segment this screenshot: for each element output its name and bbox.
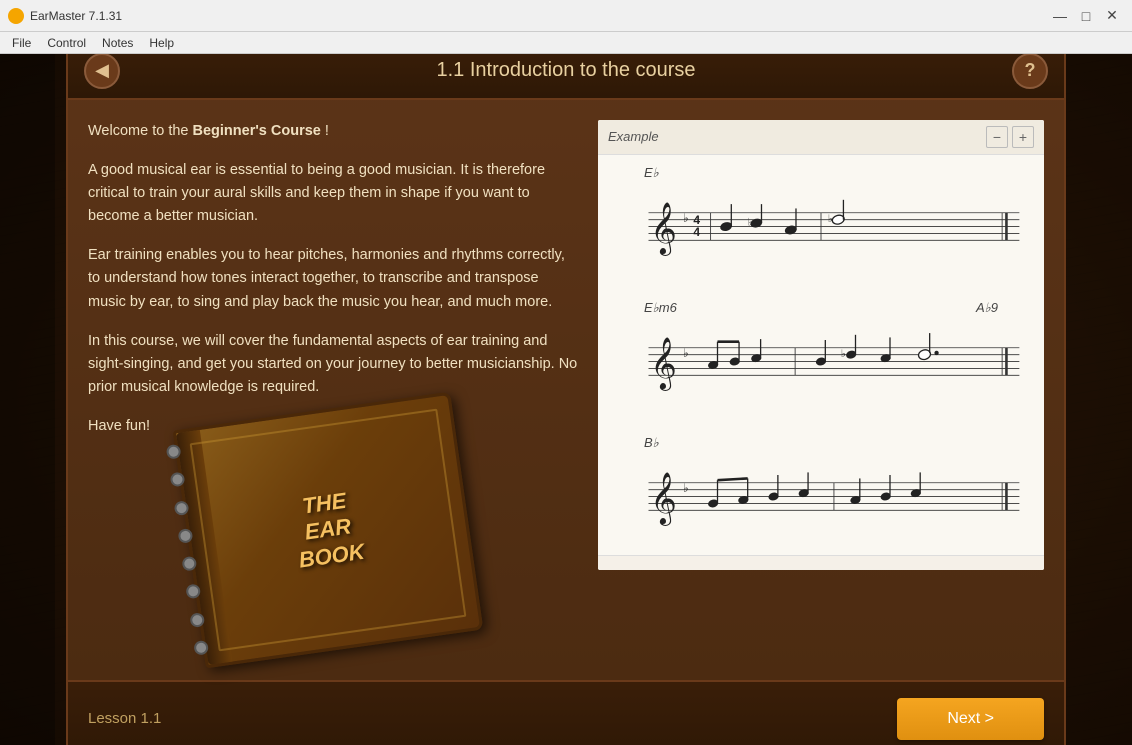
book-decoration: THEEARBOOK [188, 410, 508, 670]
para2: Ear training enables you to hear pitches… [88, 244, 578, 314]
help-button[interactable]: ? [1012, 54, 1048, 89]
sheet-music-panel: Example − + E♭ [598, 120, 1044, 570]
title-bar-left: EarMaster 7.1.31 [8, 8, 122, 24]
spiral-dot [193, 639, 209, 655]
intro-modal: ◀ 1.1 Introduction to the course ? Welco… [66, 54, 1066, 745]
modal-header: ◀ 1.1 Introduction to the course ? [68, 54, 1064, 100]
svg-text:𝄞: 𝄞 [650, 472, 677, 525]
staff-labels-2: E♭m6 A♭9 [614, 300, 1028, 320]
spiral-dot [185, 583, 201, 599]
staff-section-3: B♭ 𝄞 ♭ [614, 435, 1028, 550]
spiral-dot [178, 527, 194, 543]
greeting-paragraph: Welcome to the Beginner's Course ! [88, 120, 578, 143]
modal-overlay: ◀ 1.1 Introduction to the course ? Welco… [0, 54, 1132, 745]
zoom-controls: − + [986, 126, 1034, 148]
svg-text:♭: ♭ [683, 481, 689, 495]
back-button[interactable]: ◀ [84, 54, 120, 89]
staff-label-3: B♭ [644, 435, 1028, 451]
minimize-button[interactable]: ― [1048, 4, 1072, 28]
spiral-dot [174, 499, 190, 515]
svg-text:♭: ♭ [828, 214, 833, 225]
svg-text:♭: ♭ [683, 211, 689, 225]
sheet-content: E♭ [598, 155, 1044, 555]
staff-section-2: E♭m6 A♭9 𝄞 [614, 300, 1028, 415]
zoom-in-button[interactable]: + [1012, 126, 1034, 148]
course-name: Beginner's Course [193, 123, 321, 139]
svg-text:𝄞: 𝄞 [650, 337, 677, 390]
spiral-dot [189, 611, 205, 627]
spiral-dot [166, 443, 182, 459]
earmaster-icon [8, 8, 24, 24]
modal-body: Welcome to the Beginner's Course ! A goo… [68, 100, 1064, 680]
menu-notes[interactable]: Notes [94, 34, 141, 52]
staff-label-2b: A♭9 [976, 300, 998, 316]
svg-text:𝄞: 𝄞 [650, 202, 677, 255]
title-bar: EarMaster 7.1.31 ― □ ✕ [0, 0, 1132, 32]
staff-svg-1: 𝄞 ♭ 4 4 [614, 185, 1028, 275]
greeting-end: ! [325, 123, 329, 139]
staff-section-1: E♭ [614, 165, 1028, 280]
menu-help[interactable]: Help [141, 34, 182, 52]
sheet-music-container: Example − + E♭ [598, 120, 1044, 660]
modal-text-area: Welcome to the Beginner's Course ! A goo… [88, 120, 578, 660]
svg-text:♭: ♭ [683, 346, 689, 360]
staff-svg-2: 𝄞 ♭ [614, 320, 1028, 410]
modal-footer: Lesson 1.1 Next > [68, 680, 1064, 745]
staff-label-2a: E♭m6 [644, 300, 677, 316]
menu-bar: File Control Notes Help [0, 32, 1132, 54]
app-title: EarMaster 7.1.31 [30, 9, 122, 23]
book-cover: THEEARBOOK [173, 391, 484, 668]
menu-file[interactable]: File [4, 34, 39, 52]
modal-title: 1.1 Introduction to the course [120, 59, 1012, 82]
next-button[interactable]: Next > [897, 698, 1044, 740]
staff-label-1: E♭ [644, 165, 1028, 181]
svg-text:♭: ♭ [748, 217, 753, 228]
staff-svg-3: 𝄞 ♭ [614, 455, 1028, 545]
svg-text:♭: ♭ [841, 349, 846, 360]
close-button[interactable]: ✕ [1100, 4, 1124, 28]
book-border [190, 408, 467, 651]
spiral-dot [181, 555, 197, 571]
maximize-button[interactable]: □ [1074, 4, 1098, 28]
para1: A good musical ear is essential to being… [88, 159, 578, 229]
spiral-dot [170, 471, 186, 487]
play-button-container: Play [598, 555, 1044, 570]
sheet-music-header: Example − + [598, 120, 1044, 155]
help-icon: ? [1025, 60, 1036, 81]
para3: In this course, we will cover the fundam… [88, 330, 578, 400]
window-controls: ― □ ✕ [1048, 4, 1124, 28]
lesson-label: Lesson 1.1 [88, 710, 161, 727]
greeting-text: Welcome to the [88, 123, 193, 139]
menu-control[interactable]: Control [39, 34, 94, 52]
back-icon: ◀ [95, 60, 109, 81]
app-background: ◀ 1.1 Introduction to the course ? Welco… [0, 54, 1132, 745]
svg-text:4: 4 [693, 225, 700, 239]
sheet-scroll-area[interactable]: E♭ [598, 155, 1044, 555]
sheet-music-title: Example [608, 129, 659, 144]
zoom-out-button[interactable]: − [986, 126, 1008, 148]
